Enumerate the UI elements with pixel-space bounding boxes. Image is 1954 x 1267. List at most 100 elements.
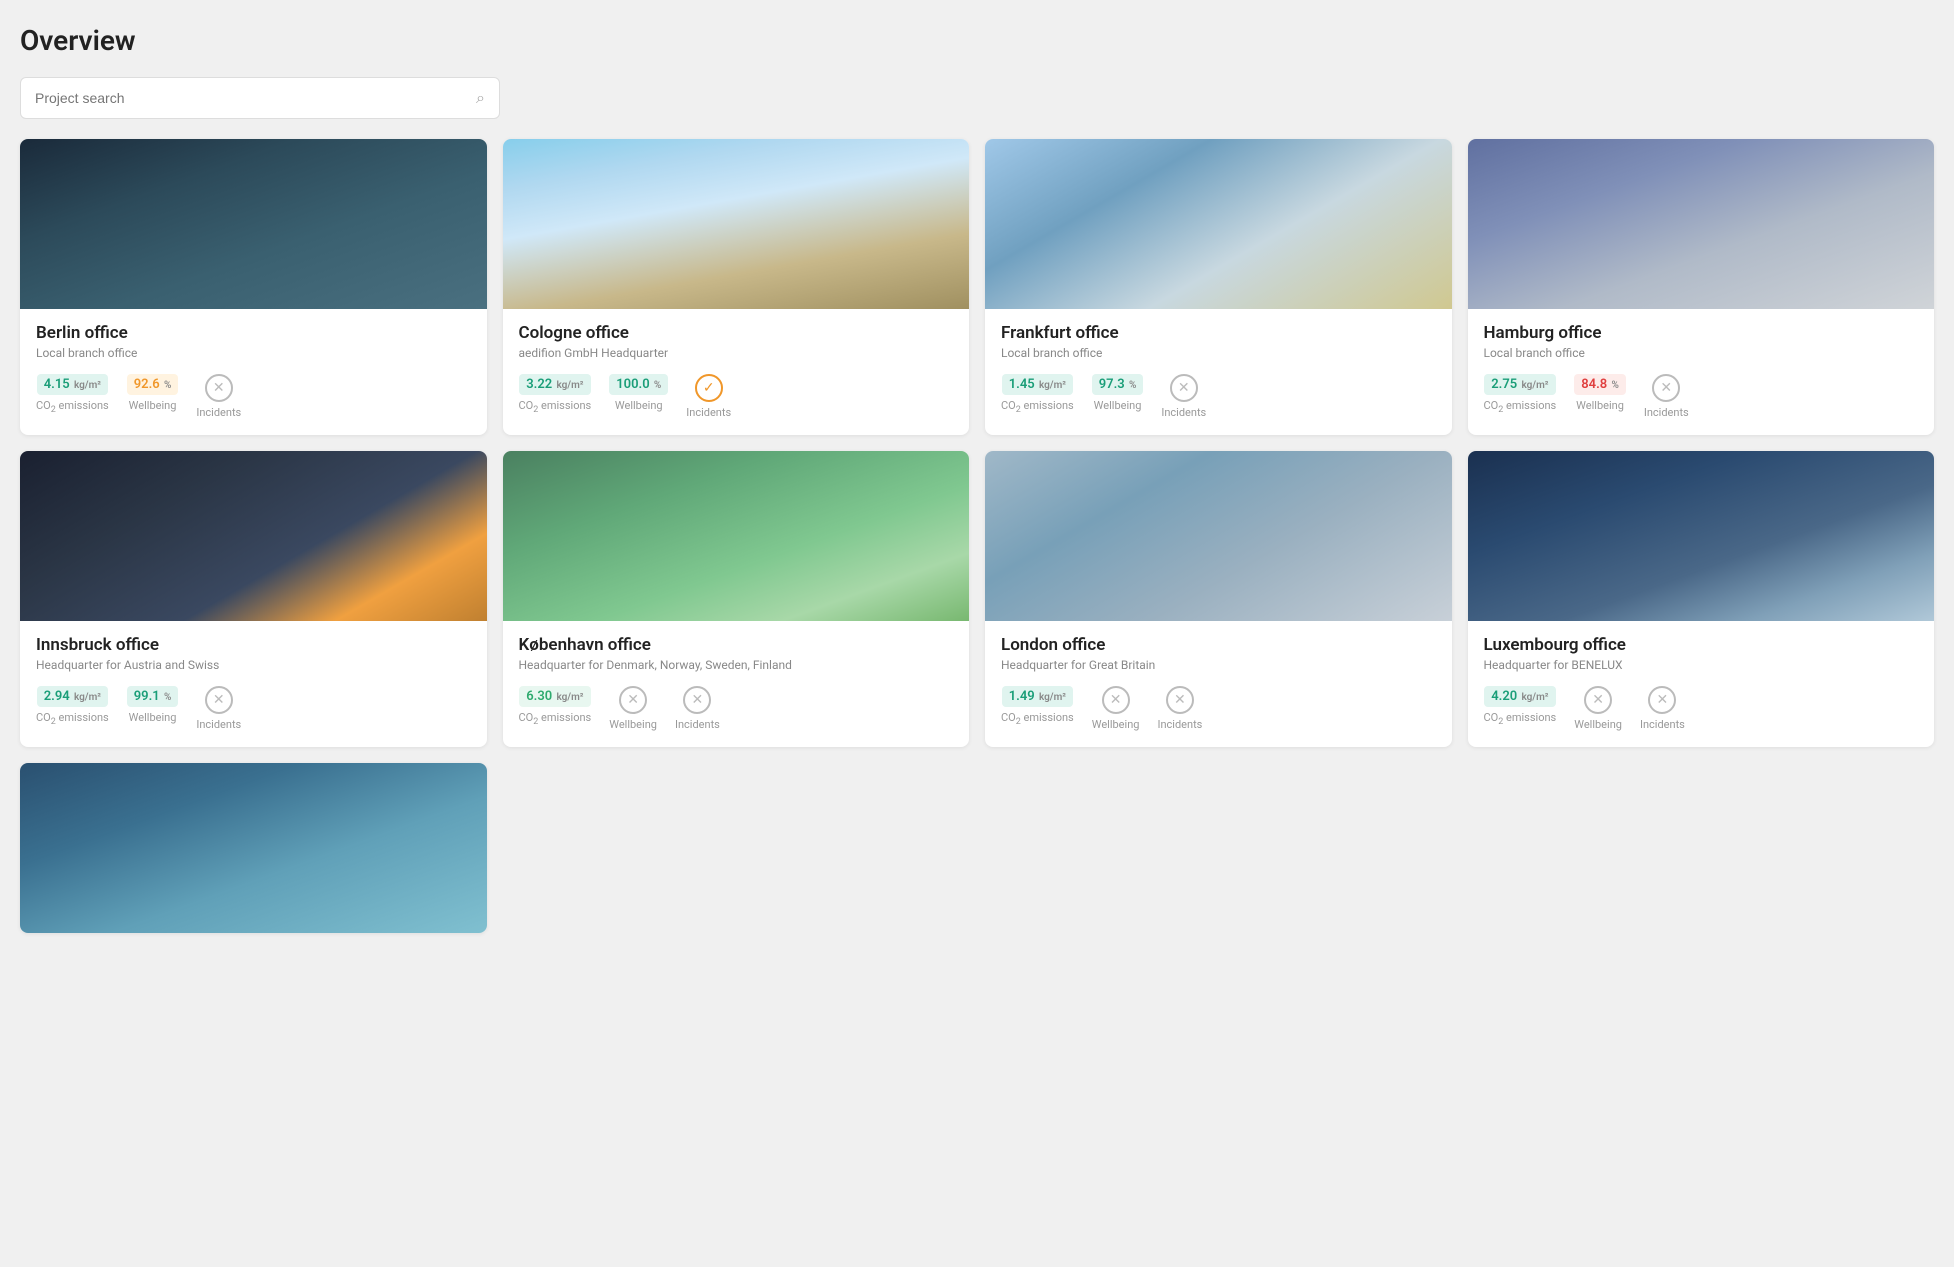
metric-wellbeing-kobenhavn: ✕ Wellbeing [609,686,657,731]
card-title-frankfurt: Frankfurt office [1001,323,1436,343]
card-body-innsbruck: Innsbruck office Headquarter for Austria… [20,621,487,747]
metrics-london: 1.49 kg/m² CO2 emissions ✕ Wellbeing ✕ I… [1001,686,1436,731]
wellbeing-value-hamburg: 84.8 % [1574,374,1626,395]
card-title-innsbruck: Innsbruck office [36,635,471,655]
card-subtitle-innsbruck: Headquarter for Austria and Swiss [36,658,471,672]
card-image-berlin [20,139,487,309]
metric-incidents-luxembourg: ✕ Incidents [1640,686,1685,731]
card-hamburg[interactable]: Hamburg office Local branch office 2.75 … [1468,139,1935,435]
metrics-frankfurt: 1.45 kg/m² CO2 emissions 97.3 % Wellbein… [1001,374,1436,419]
co2-value-frankfurt: 1.45 kg/m² [1002,374,1073,395]
co2-value-kobenhavn: 6.30 kg/m² [519,686,590,707]
card-subtitle-kobenhavn: Headquarter for Denmark, Norway, Sweden,… [519,658,954,672]
card-last[interactable] [20,763,487,933]
wellbeing-icon-kobenhavn: ✕ [619,686,647,714]
card-body-kobenhavn: København office Headquarter for Denmark… [503,621,970,747]
card-body-cologne: Cologne office aedifion GmbH Headquarter… [503,309,970,435]
last-row [20,763,1934,933]
card-body-hamburg: Hamburg office Local branch office 2.75 … [1468,309,1935,435]
incidents-label-luxembourg: Incidents [1640,718,1685,731]
incidents-label-kobenhavn: Incidents [675,718,720,731]
wellbeing-icon-london: ✕ [1102,686,1130,714]
card-title-luxembourg: Luxembourg office [1484,635,1919,655]
card-frankfurt[interactable]: Frankfurt office Local branch office 1.4… [985,139,1452,435]
metric-co2-frankfurt: 1.45 kg/m² CO2 emissions [1001,374,1074,415]
card-title-hamburg: Hamburg office [1484,323,1919,343]
co2-label-innsbruck: CO2 emissions [36,711,109,727]
card-subtitle-cologne: aedifion GmbH Headquarter [519,346,954,360]
card-title-kobenhavn: København office [519,635,954,655]
co2-value-cologne: 3.22 kg/m² [519,374,590,395]
card-subtitle-berlin: Local branch office [36,346,471,360]
wellbeing-value-innsbruck: 99.1 % [127,686,179,707]
incidents-icon-hamburg: ✕ [1652,374,1680,402]
co2-value-london: 1.49 kg/m² [1002,686,1073,707]
card-berlin[interactable]: Berlin office Local branch office 4.15 k… [20,139,487,435]
co2-label-cologne: CO2 emissions [519,399,592,415]
wellbeing-label-frankfurt: Wellbeing [1094,399,1142,412]
metric-incidents-hamburg: ✕ Incidents [1644,374,1689,419]
card-image-kobenhavn [503,451,970,621]
wellbeing-label-cologne: Wellbeing [615,399,663,412]
co2-value-innsbruck: 2.94 kg/m² [37,686,108,707]
metrics-hamburg: 2.75 kg/m² CO2 emissions 84.8 % Wellbein… [1484,374,1919,419]
co2-value-hamburg: 2.75 kg/m² [1484,374,1555,395]
card-london[interactable]: London office Headquarter for Great Brit… [985,451,1452,747]
incidents-label-hamburg: Incidents [1644,406,1689,419]
wellbeing-value-frankfurt: 97.3 % [1092,374,1144,395]
wellbeing-label-hamburg: Wellbeing [1576,399,1624,412]
card-title-london: London office [1001,635,1436,655]
card-image-london [985,451,1452,621]
card-subtitle-london: Headquarter for Great Britain [1001,658,1436,672]
card-last-image [20,763,487,933]
wellbeing-value-berlin: 92.6 % [127,374,179,395]
metric-incidents-cologne: ✓ Incidents [686,374,731,419]
metrics-berlin: 4.15 kg/m² CO2 emissions 92.6 % Wellbein… [36,374,471,419]
co2-label-london: CO2 emissions [1001,711,1074,727]
incidents-icon-frankfurt: ✕ [1170,374,1198,402]
metric-wellbeing-london: ✕ Wellbeing [1092,686,1140,731]
search-bar: ⌕ [20,77,500,119]
card-luxembourg[interactable]: Luxembourg office Headquarter for BENELU… [1468,451,1935,747]
metric-co2-cologne: 3.22 kg/m² CO2 emissions [519,374,592,415]
wellbeing-icon-luxembourg: ✕ [1584,686,1612,714]
incidents-icon-luxembourg: ✕ [1648,686,1676,714]
incidents-icon-kobenhavn: ✕ [683,686,711,714]
card-body-london: London office Headquarter for Great Brit… [985,621,1452,747]
metric-co2-london: 1.49 kg/m² CO2 emissions [1001,686,1074,727]
card-image-frankfurt [985,139,1452,309]
wellbeing-value-cologne: 100.0 % [609,374,668,395]
co2-label-kobenhavn: CO2 emissions [519,711,592,727]
card-body-luxembourg: Luxembourg office Headquarter for BENELU… [1468,621,1935,747]
metric-co2-innsbruck: 2.94 kg/m² CO2 emissions [36,686,109,727]
co2-label-frankfurt: CO2 emissions [1001,399,1074,415]
card-innsbruck[interactable]: Innsbruck office Headquarter for Austria… [20,451,487,747]
incidents-label-innsbruck: Incidents [196,718,241,731]
metric-wellbeing-berlin: 92.6 % Wellbeing [127,374,179,412]
metric-wellbeing-hamburg: 84.8 % Wellbeing [1574,374,1626,412]
metric-incidents-frankfurt: ✕ Incidents [1161,374,1206,419]
wellbeing-label-kobenhavn: Wellbeing [609,718,657,731]
wellbeing-label-innsbruck: Wellbeing [129,711,177,724]
metrics-innsbruck: 2.94 kg/m² CO2 emissions 99.1 % Wellbein… [36,686,471,731]
metric-co2-kobenhavn: 6.30 kg/m² CO2 emissions [519,686,592,727]
search-input[interactable] [35,90,476,106]
metrics-cologne: 3.22 kg/m² CO2 emissions 100.0 % Wellbei… [519,374,954,419]
incidents-icon-berlin: ✕ [205,374,233,402]
metric-wellbeing-luxembourg: ✕ Wellbeing [1574,686,1622,731]
card-kobenhavn[interactable]: København office Headquarter for Denmark… [503,451,970,747]
card-subtitle-luxembourg: Headquarter for BENELUX [1484,658,1919,672]
metric-co2-hamburg: 2.75 kg/m² CO2 emissions [1484,374,1557,415]
card-image-hamburg [1468,139,1935,309]
card-title-cologne: Cologne office [519,323,954,343]
card-image-cologne [503,139,970,309]
page-title: Overview [20,24,1934,57]
search-icon: ⌕ [476,88,485,108]
card-image-luxembourg [1468,451,1935,621]
metric-co2-berlin: 4.15 kg/m² CO2 emissions [36,374,109,415]
co2-label-hamburg: CO2 emissions [1484,399,1557,415]
incidents-icon-london: ✕ [1166,686,1194,714]
metric-incidents-kobenhavn: ✕ Incidents [675,686,720,731]
incidents-icon-innsbruck: ✕ [205,686,233,714]
card-cologne[interactable]: Cologne office aedifion GmbH Headquarter… [503,139,970,435]
